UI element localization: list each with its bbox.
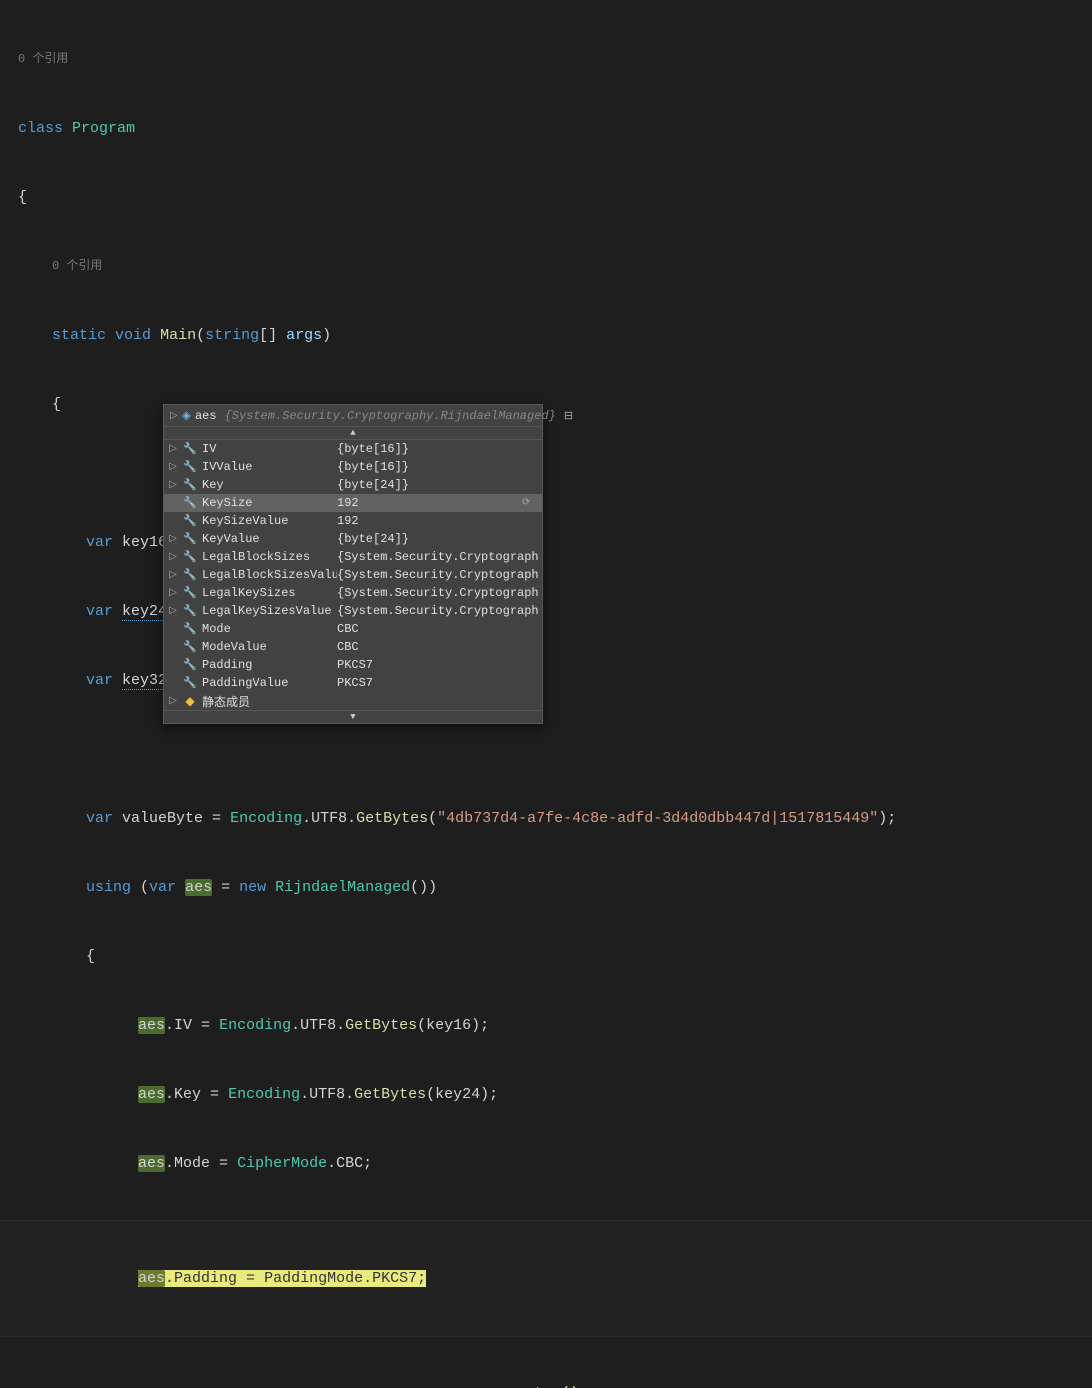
wrench-icon: 🔧	[182, 585, 198, 601]
expander-icon[interactable]: ▷	[168, 443, 178, 455]
property-name: ModeValue	[202, 640, 337, 654]
property-name: 静态成员	[202, 693, 337, 710]
expander-icon[interactable]: ▷	[168, 569, 178, 581]
property-name: LegalBlockSizesValue	[202, 568, 337, 582]
property-value: {System.Security.Cryptography.KeySizes[1…	[337, 586, 538, 600]
property-name: KeySizeValue	[202, 514, 337, 528]
expander-icon[interactable]: ▷	[168, 587, 178, 599]
property-row[interactable]: ▷ 🔧 LegalKeySizesValue{System.Security.Cry…	[164, 602, 542, 620]
expander-icon[interactable]: ▷	[168, 605, 178, 617]
wrench-internal-icon: 🔧	[182, 603, 198, 619]
property-row[interactable]: 🔧 ModeValueCBC	[164, 638, 542, 656]
property-value: {byte[16]}	[337, 460, 538, 474]
property-value: 192	[337, 496, 522, 510]
references-inner[interactable]: 0 个引用	[0, 255, 1092, 278]
property-row[interactable]: ▷ 🔧 LegalBlockSizes{System.Security.Crypto…	[164, 548, 542, 566]
property-name: KeyValue	[202, 532, 337, 546]
wrench-icon: 🔧	[182, 495, 198, 511]
property-row[interactable]: ▷ 🔧 IV{byte[16]}	[164, 440, 542, 458]
wrench-internal-icon: 🔧	[182, 513, 198, 529]
wrench-internal-icon: 🔧	[182, 675, 198, 691]
property-row[interactable]: 🔧 PaddingPKCS7	[164, 656, 542, 674]
property-name: IVValue	[202, 460, 337, 474]
property-row[interactable]: 🔧 ModeCBC	[164, 620, 542, 638]
property-value: CBC	[337, 622, 538, 636]
expander-icon[interactable]: ▷	[168, 551, 178, 563]
property-value: {System.Security.Cryptography.KeySizes[1…	[337, 550, 538, 564]
property-value: PKCS7	[337, 676, 538, 690]
property-value: CBC	[337, 640, 538, 654]
wrench-internal-icon: 🔧	[182, 459, 198, 475]
property-row[interactable]: 🔧 PaddingValuePKCS7	[164, 674, 542, 692]
property-value: {System.Security.Cryptography.KeySizes[1…	[337, 604, 538, 618]
scroll-up-icon[interactable]: ▲	[164, 427, 542, 440]
object-cube-icon: ◈	[182, 408, 191, 423]
code-line: using (var aes = new RijndaelManaged())	[0, 876, 1092, 899]
datatip-type: {System.Security.Cryptography.RijndaelMa…	[225, 409, 556, 423]
expander-icon[interactable]: ▷	[168, 479, 178, 491]
property-value: {byte[16]}	[337, 442, 538, 456]
wrench-internal-icon: 🔧	[182, 567, 198, 583]
property-name: LegalKeySizes	[202, 586, 337, 600]
expander-icon[interactable]: ▷	[168, 695, 178, 707]
property-row[interactable]: ▷ 🔧 LegalBlockSizesValue{System.Security.C…	[164, 566, 542, 584]
code-line: aes.Mode = CipherMode.CBC;	[0, 1152, 1092, 1175]
property-row[interactable]: ▷ 🔧 IVValue{byte[16]}	[164, 458, 542, 476]
property-row[interactable]: ▷ 🔧 LegalKeySizes{System.Security.Cryptogr…	[164, 584, 542, 602]
code-line: ptor();	[0, 1382, 1092, 1388]
code-line: static void Main(string[] args)	[0, 324, 1092, 347]
wrench-icon: 🔧	[182, 657, 198, 673]
property-value: 192	[337, 514, 538, 528]
blank-line	[0, 738, 1092, 761]
datatip-header[interactable]: ▷ ◈ aes {System.Security.Cryptography.Ri…	[164, 405, 542, 427]
wrench-internal-icon: 🔧	[182, 639, 198, 655]
property-row[interactable]: ▷ ◆静态成员	[164, 692, 542, 710]
property-value: {System.Security.Cryptography.KeySizes[1…	[337, 568, 538, 582]
property-row[interactable]: ▷ 🔧 Key{byte[24]}	[164, 476, 542, 494]
current-line: aes.Padding = PaddingMode.PKCS7;	[0, 1221, 1092, 1336]
brace: {	[0, 186, 1092, 209]
property-row[interactable]: 🔧 KeySizeValue192	[164, 512, 542, 530]
property-name: LegalBlockSizes	[202, 550, 337, 564]
property-name: Key	[202, 478, 337, 492]
brace: {	[0, 945, 1092, 968]
expander-icon[interactable]: ▷	[168, 533, 178, 545]
property-list: ▷🔧IV{byte[16]}▷🔧IVValue{byte[16]}▷🔧Key{b…	[164, 440, 542, 710]
property-row[interactable]: ▷ 🔧 KeyValue{byte[24]}	[164, 530, 542, 548]
property-name: Padding	[202, 658, 337, 672]
wrench-internal-icon: 🔧	[182, 531, 198, 547]
code-line: aes.IV = Encoding.UTF8.GetBytes(key16);	[0, 1014, 1092, 1037]
property-name: LegalKeySizesValue	[202, 604, 337, 618]
property-row[interactable]: 🔧 KeySize192⟳	[164, 494, 542, 512]
code-line: aes.Key = Encoding.UTF8.GetBytes(key24);	[0, 1083, 1092, 1106]
expander-icon[interactable]: ▷	[168, 461, 178, 473]
code-line: class Program	[0, 117, 1092, 140]
wrench-icon: 🔧	[182, 477, 198, 493]
property-value: {byte[24]}	[337, 478, 538, 492]
static-members-icon: ◆	[182, 693, 198, 709]
property-name: IV	[202, 442, 337, 456]
property-value: {byte[24]}	[337, 532, 538, 546]
property-name: KeySize	[202, 496, 337, 510]
scroll-down-icon[interactable]: ▼	[164, 710, 542, 723]
wrench-icon: 🔧	[182, 549, 198, 565]
code-line: var valueByte = Encoding.UTF8.GetBytes("…	[0, 807, 1092, 830]
property-name: Mode	[202, 622, 337, 636]
pin-icon[interactable]: ⊟	[564, 409, 573, 423]
wrench-icon: 🔧	[182, 441, 198, 457]
property-name: PaddingValue	[202, 676, 337, 690]
refresh-icon[interactable]: ⟳	[522, 497, 538, 509]
property-value: PKCS7	[337, 658, 538, 672]
datatip-var-name: aes	[195, 409, 217, 423]
expander-icon[interactable]: ▷	[170, 410, 178, 422]
references-outer[interactable]: 0 个引用	[0, 48, 1092, 71]
debug-datatip[interactable]: ▷ ◈ aes {System.Security.Cryptography.Ri…	[163, 404, 543, 724]
wrench-icon: 🔧	[182, 621, 198, 637]
